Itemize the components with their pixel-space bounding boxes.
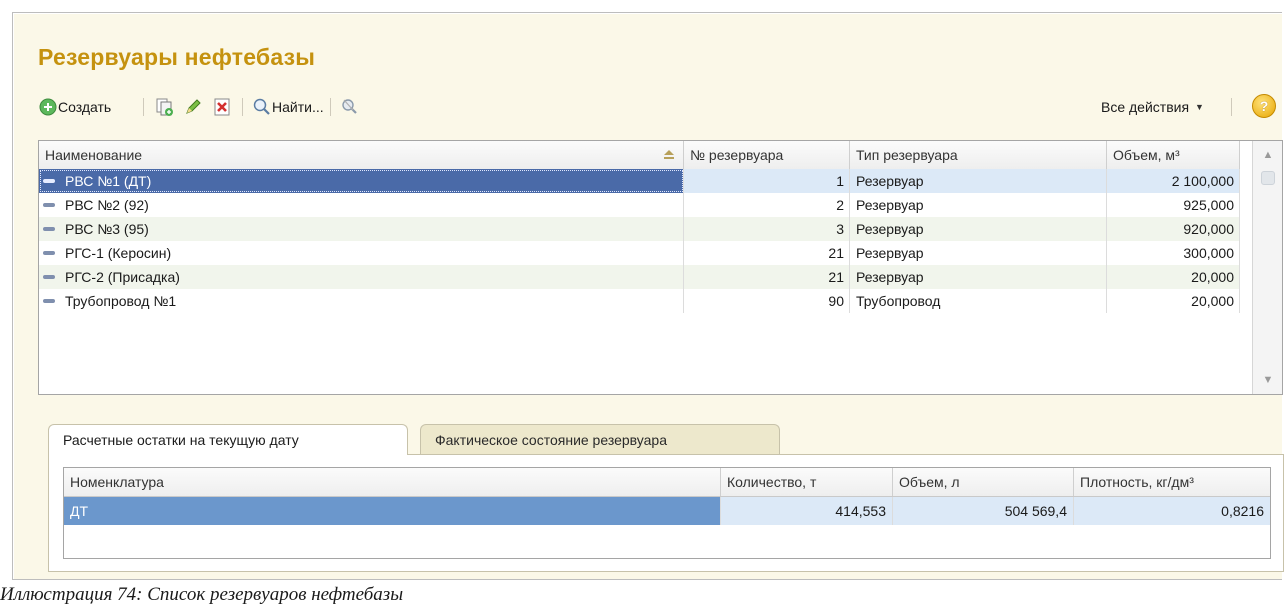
- create-button[interactable]: Создать: [38, 94, 111, 120]
- cell-number: 3: [684, 217, 850, 241]
- cell-type: Резервуар: [850, 193, 1107, 217]
- clear-filter-button[interactable]: [340, 94, 360, 120]
- tanks-table[interactable]: Наименование № резервуара Тип резервуара…: [38, 140, 1283, 395]
- all-actions-label: Все действия: [1101, 99, 1190, 115]
- edit-pencil-icon: [183, 97, 203, 117]
- cell-volume: 504 569,4: [893, 497, 1074, 525]
- cell-type: Резервуар: [850, 169, 1107, 193]
- cell-number: 21: [684, 241, 850, 265]
- column-header-type[interactable]: Тип резервуара: [850, 141, 1107, 169]
- help-icon: ?: [1259, 98, 1269, 114]
- cell-number: 21: [684, 265, 850, 289]
- search-icon: [252, 97, 272, 117]
- figure-caption: Иллюстрация 74: Список резервуаров нефте…: [0, 584, 404, 605]
- cell-volume: 20,000: [1107, 265, 1240, 289]
- item-marker-icon: [43, 203, 55, 208]
- find-label: Найти...: [272, 99, 324, 115]
- find-button[interactable]: Найти...: [252, 94, 324, 120]
- delete-icon: [212, 97, 232, 117]
- plus-circle-icon: [38, 97, 58, 117]
- copy-icon: [154, 97, 174, 117]
- item-marker-icon: [43, 227, 55, 232]
- table-row[interactable]: РГС-1 (Керосин) 21 Резервуар 300,000: [39, 241, 1240, 265]
- table-header: Номенклатура Количество, т Объем, л Плот…: [64, 468, 1270, 497]
- toolbar-divider: [1231, 98, 1232, 116]
- cell-number: 1: [684, 169, 850, 193]
- column-header-density[interactable]: Плотность, кг/дм³: [1074, 468, 1270, 496]
- cell-volume: 925,000: [1107, 193, 1240, 217]
- scroll-thumb[interactable]: [1261, 171, 1275, 185]
- page-title: Резервуары нефтебазы: [38, 44, 316, 70]
- cell-quantity: 414,553: [721, 497, 893, 525]
- toolbar-divider: [330, 98, 331, 116]
- cell-name: РГС-1 (Керосин): [39, 241, 684, 265]
- all-actions-button[interactable]: Все действия ▼: [1101, 94, 1204, 120]
- cell-name: РВС №3 (95): [39, 217, 684, 241]
- edit-button[interactable]: [183, 94, 203, 120]
- cell-number: 2: [684, 193, 850, 217]
- delete-button[interactable]: [212, 94, 232, 120]
- table-row[interactable]: Трубопровод №1 90 Трубопровод 20,000: [39, 289, 1240, 313]
- copy-button[interactable]: [154, 94, 174, 120]
- tab-panel: Номенклатура Количество, т Объем, л Плот…: [48, 454, 1284, 572]
- cell-type: Резервуар: [850, 265, 1107, 289]
- item-marker-icon: [43, 251, 55, 256]
- sort-ascending-icon: [664, 150, 674, 159]
- balances-table[interactable]: Номенклатура Количество, т Объем, л Плот…: [63, 467, 1271, 559]
- column-header-number[interactable]: № резервуара: [684, 141, 850, 169]
- toolbar-divider: [242, 98, 243, 116]
- cell-volume: 300,000: [1107, 241, 1240, 265]
- toolbar-divider: [143, 98, 144, 116]
- cell-item: ДТ: [64, 497, 721, 525]
- scroll-up-icon[interactable]: ▲: [1260, 148, 1276, 162]
- chevron-down-icon: ▼: [1195, 102, 1204, 112]
- cell-number: 90: [684, 289, 850, 313]
- cell-name: РГС-2 (Присадка): [39, 265, 684, 289]
- cell-volume: 20,000: [1107, 289, 1240, 313]
- item-marker-icon: [43, 275, 55, 280]
- cell-density: 0,8216: [1074, 497, 1270, 525]
- table-header: Наименование № резервуара Тип резервуара…: [39, 141, 1240, 170]
- cell-name: РВС №2 (92): [39, 193, 684, 217]
- column-header-name[interactable]: Наименование: [39, 141, 684, 169]
- form-window: Резервуары нефтебазы Создать Найти... Вс…: [12, 12, 1284, 580]
- cell-volume: 920,000: [1107, 217, 1240, 241]
- cell-volume: 2 100,000: [1107, 169, 1240, 193]
- cell-name: РВС №1 (ДТ): [39, 169, 684, 193]
- column-header-quantity[interactable]: Количество, т: [721, 468, 893, 496]
- cell-name: Трубопровод №1: [39, 289, 684, 313]
- form-panel: Резервуары нефтебазы Создать Найти... Вс…: [14, 14, 1284, 579]
- column-header-label: Наименование: [45, 147, 143, 163]
- table-row[interactable]: РГС-2 (Присадка) 21 Резервуар 20,000: [39, 265, 1240, 289]
- cell-type: Резервуар: [850, 241, 1107, 265]
- table-row[interactable]: ДТ 414,553 504 569,4 0,8216: [64, 497, 1270, 525]
- table-row[interactable]: РВС №1 (ДТ) 1 Резервуар 2 100,000: [39, 169, 1240, 193]
- cell-type: Резервуар: [850, 217, 1107, 241]
- filter-off-icon: [340, 97, 360, 117]
- item-marker-icon: [43, 299, 55, 304]
- column-header-volume[interactable]: Объем, л: [893, 468, 1074, 496]
- create-label: Создать: [58, 99, 112, 115]
- scroll-down-icon[interactable]: ▼: [1260, 373, 1276, 387]
- tab-actual-state[interactable]: Фактическое состояние резервуара: [420, 424, 780, 454]
- item-marker-icon: [43, 179, 55, 184]
- table-row[interactable]: РВС №2 (92) 2 Резервуар 925,000: [39, 193, 1240, 217]
- toolbar: Создать Найти... Все действия ▼ ?: [38, 94, 1282, 120]
- column-header-item[interactable]: Номенклатура: [64, 468, 721, 496]
- cell-type: Трубопровод: [850, 289, 1107, 313]
- help-button[interactable]: ?: [1252, 94, 1276, 118]
- vertical-scrollbar[interactable]: ▲ ▼: [1252, 141, 1282, 394]
- tab-calculated-balances[interactable]: Расчетные остатки на текущую дату: [48, 424, 408, 455]
- column-header-volume[interactable]: Объем, м³: [1107, 141, 1240, 169]
- table-row[interactable]: РВС №3 (95) 3 Резервуар 920,000: [39, 217, 1240, 241]
